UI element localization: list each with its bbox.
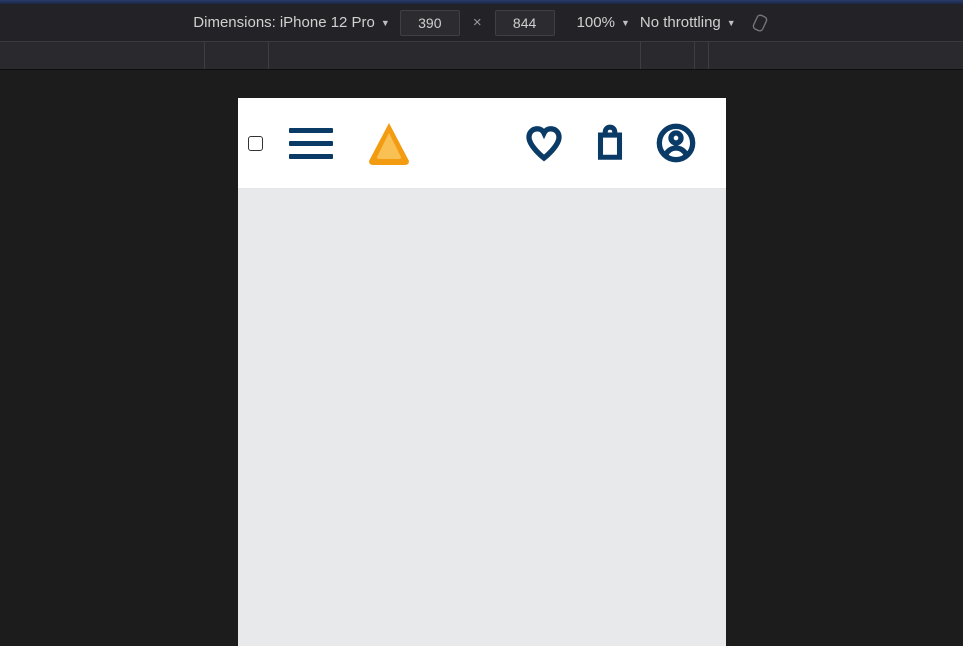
height-input[interactable] [495, 10, 555, 36]
viewport-area [0, 70, 963, 618]
favorites-button[interactable] [522, 121, 566, 165]
menu-button[interactable] [289, 128, 333, 159]
cart-button[interactable] [588, 121, 632, 165]
ruler-bar [0, 42, 963, 70]
header-divider [238, 188, 726, 189]
dimension-separator: × [470, 14, 485, 31]
dimensions-dropdown[interactable]: Dimensions: iPhone 12 Pro ▼ [193, 14, 390, 31]
zoom-dropdown[interactable]: 100% ▼ [577, 14, 630, 31]
chevron-down-icon: ▼ [381, 18, 390, 28]
chevron-down-icon: ▼ [621, 18, 630, 28]
device-name: iPhone 12 Pro [280, 14, 375, 31]
dimensions-label: Dimensions: [193, 14, 276, 31]
inspect-checkbox[interactable] [248, 136, 263, 151]
throttling-value: No throttling [640, 14, 721, 31]
width-input[interactable] [400, 10, 460, 36]
chevron-down-icon: ▼ [727, 18, 736, 28]
brand-logo[interactable] [365, 119, 413, 167]
zoom-value: 100% [577, 14, 615, 31]
device-toolbar: Dimensions: iPhone 12 Pro ▼ × 100% ▼ No … [0, 4, 963, 42]
app-header [238, 98, 726, 188]
device-frame [238, 98, 726, 646]
rotate-icon[interactable] [750, 13, 770, 33]
account-button[interactable] [654, 121, 698, 165]
throttling-dropdown[interactable]: No throttling ▼ [640, 14, 736, 31]
